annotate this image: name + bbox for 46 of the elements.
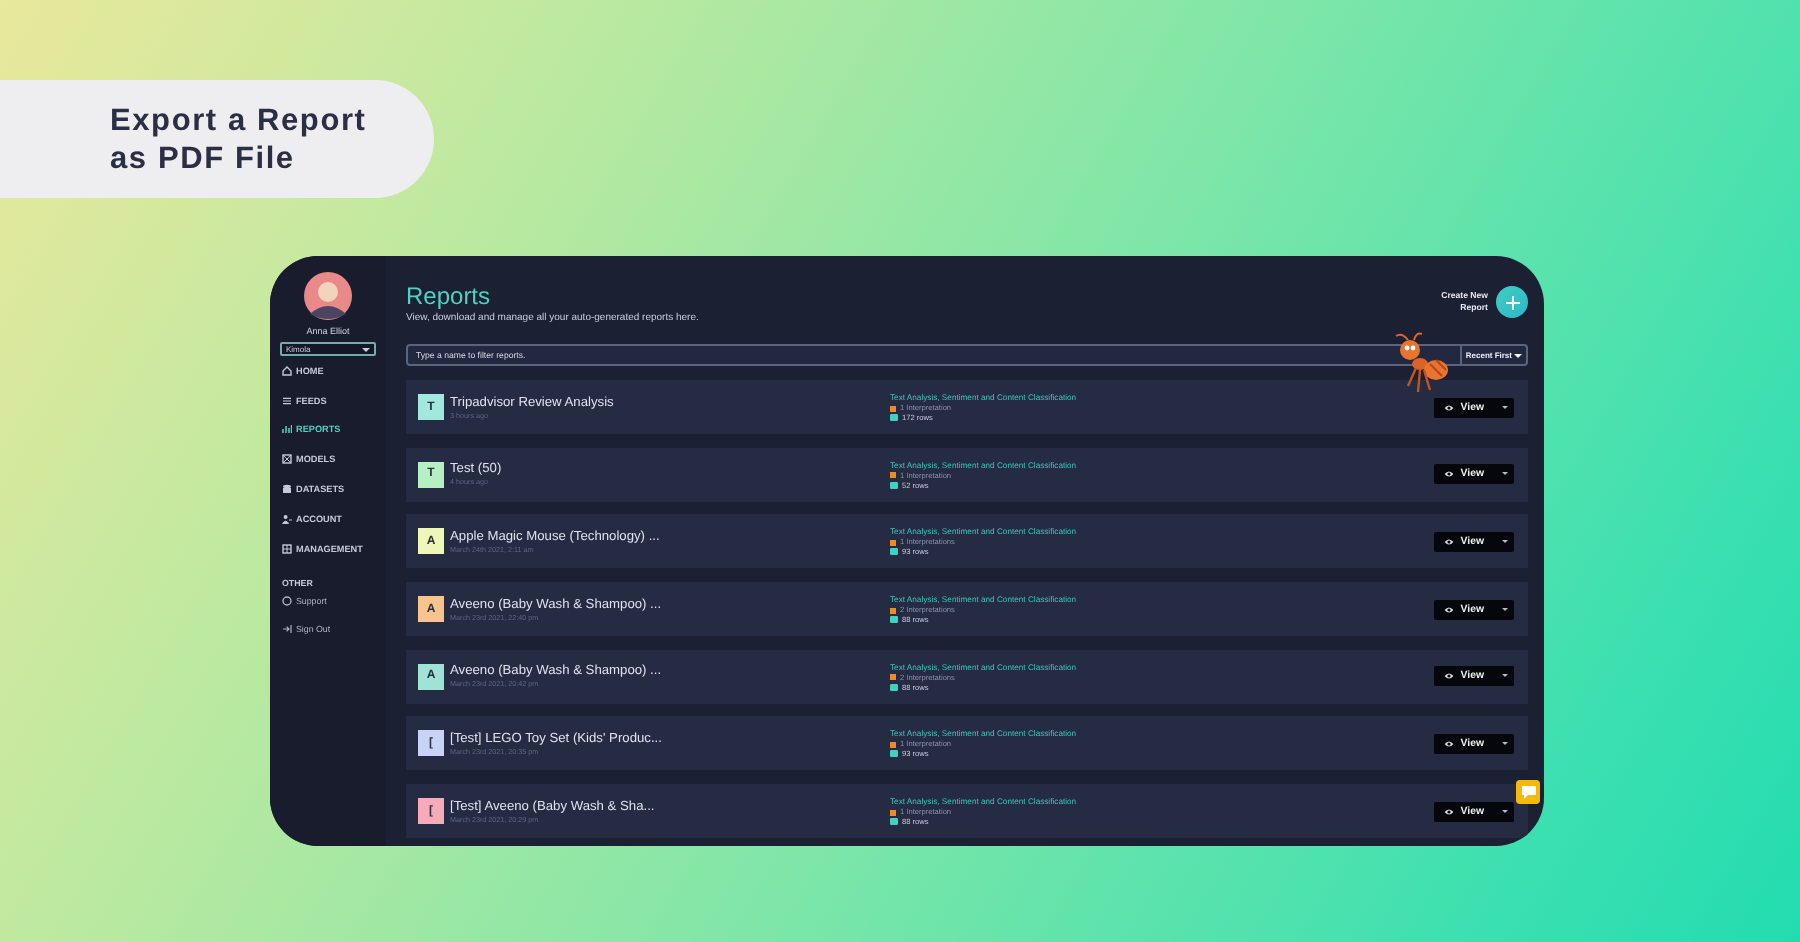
rows-icon <box>890 616 898 625</box>
caret-icon <box>1502 809 1508 814</box>
plus-icon <box>1505 295 1519 309</box>
eye-icon <box>1444 807 1455 816</box>
interpretation-icon <box>890 809 896 816</box>
interpretation-icon <box>890 539 896 546</box>
nav-icon <box>282 484 292 495</box>
chat-icon <box>1519 784 1537 800</box>
avatar <box>304 272 352 320</box>
interpretation-icon <box>890 405 896 411</box>
caret-icon <box>1502 674 1508 679</box>
caret-icon <box>1514 353 1522 357</box>
eye-icon <box>1444 672 1455 681</box>
rows-icon <box>890 481 898 490</box>
rows-icon <box>890 818 898 827</box>
page-title: Reports <box>406 281 493 309</box>
interpretation-icon <box>890 674 896 681</box>
sign-out-icon <box>282 624 292 635</box>
caret-icon <box>1502 607 1508 612</box>
interpretation-icon <box>890 607 896 614</box>
nav-icon <box>282 513 292 524</box>
interpretation-icon <box>890 472 896 479</box>
caret-icon <box>1502 472 1508 477</box>
rows-icon <box>890 414 898 422</box>
add-button[interactable] <box>1496 286 1528 318</box>
nav-icon <box>282 424 292 435</box>
eye-icon <box>1444 470 1455 479</box>
rows-icon <box>890 683 898 692</box>
interpretation-icon <box>890 741 896 748</box>
eye-icon <box>1444 739 1455 748</box>
nav-icon <box>282 395 292 406</box>
ant-drawing <box>1390 332 1450 396</box>
eye-icon <box>1444 605 1455 614</box>
headline: Export a Report as PDF File <box>110 101 369 177</box>
rows-icon <box>890 750 898 759</box>
caret-icon <box>1502 741 1508 746</box>
eye-icon <box>1444 403 1455 411</box>
caret-icon <box>1502 405 1508 409</box>
caret-icon <box>362 347 370 351</box>
nav-icon <box>282 543 292 554</box>
rows-icon <box>890 548 898 557</box>
nav-icon <box>282 454 292 465</box>
chat-button[interactable] <box>1516 780 1540 804</box>
caret-icon <box>1502 539 1508 544</box>
nav-icon <box>282 365 292 376</box>
eye-icon <box>1444 537 1455 546</box>
